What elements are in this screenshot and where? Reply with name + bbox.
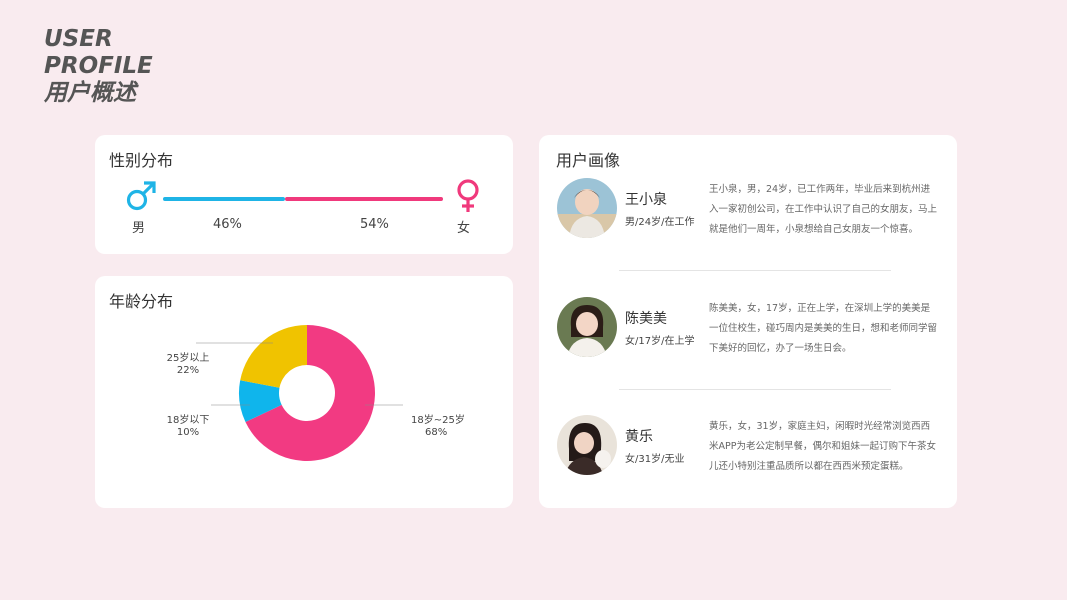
- slice-percent: 22%: [177, 365, 199, 376]
- persona-description: 王小泉，男，24岁，已工作两年，毕业后来到杭州进入一家初创公司，在工作中认识了自…: [709, 184, 938, 235]
- slice-label: 25岁以上: [167, 351, 210, 364]
- divider: [619, 270, 891, 271]
- header-line-profile: PROFILE: [44, 53, 153, 79]
- female-bar: [285, 197, 443, 201]
- persona-meta: 女/17岁/在上学: [625, 336, 695, 347]
- age-donut-chart: 18岁~25岁68% 18岁以下10% 25岁以上22%: [167, 325, 465, 461]
- persona-meta: 女/31岁/无业: [625, 454, 685, 465]
- male-label: 男: [132, 221, 146, 236]
- gender-distribution-card: 性别分布 男 46% 54% 女: [95, 135, 513, 254]
- header-line-chinese: 用户概述: [44, 80, 136, 106]
- male-bar: [163, 197, 285, 201]
- persona-description: 陈美美，女，17岁，正在上学，在深圳上学的美美是一位住校生，碰巧周内是美美的生日…: [709, 303, 938, 354]
- page-header: USER PROFILE 用户概述: [44, 26, 153, 107]
- persona-description: 黄乐，女，31岁，家庭主妇，闲暇时光经常浏览西西米APP为老公定制早餐，偶尔和姐…: [709, 421, 936, 472]
- female-symbol-icon: [457, 179, 479, 212]
- slice-label: 18岁以下: [167, 413, 210, 426]
- persona-name: 黄乐: [625, 429, 653, 445]
- avatar: [557, 178, 617, 238]
- female-label: 女: [457, 221, 471, 236]
- user-persona-card: 用户画像 王小泉 男/24岁/在工作 王小泉，男，24岁，已工作两年，毕业后来到…: [539, 135, 957, 508]
- slice-label: 18岁~25岁: [411, 413, 465, 426]
- persona-item: 王小泉 男/24岁/在工作 王小泉，男，24岁，已工作两年，毕业后来到杭州进入一…: [539, 178, 957, 258]
- header-line-user: USER: [44, 26, 113, 52]
- persona-meta: 男/24岁/在工作: [625, 217, 695, 228]
- avatar: [557, 415, 617, 475]
- gender-card-title: 性别分布: [109, 151, 174, 170]
- male-symbol-icon: [126, 181, 156, 211]
- persona-name: 王小泉: [625, 192, 667, 208]
- persona-card-title: 用户画像: [556, 151, 621, 170]
- divider: [619, 389, 891, 390]
- avatar: [557, 297, 617, 357]
- age-distribution-card: 年龄分布 18岁~25岁 68% 18岁以下 10% 25岁以上 22%: [95, 276, 513, 508]
- donut-slice-2: [240, 325, 307, 388]
- persona-name: 陈美美: [625, 311, 667, 327]
- persona-item: 陈美美 女/17岁/在上学 陈美美，女，17岁，正在上学，在深圳上学的美美是一位…: [539, 297, 957, 377]
- female-percent: 54%: [360, 217, 389, 232]
- persona-item: 黄乐 女/31岁/无业 黄乐，女，31岁，家庭主妇，闲暇时光经常浏览西西米APP…: [539, 415, 957, 495]
- male-percent: 46%: [213, 217, 242, 232]
- slice-percent: 68%: [425, 427, 447, 438]
- slice-percent: 10%: [177, 427, 199, 438]
